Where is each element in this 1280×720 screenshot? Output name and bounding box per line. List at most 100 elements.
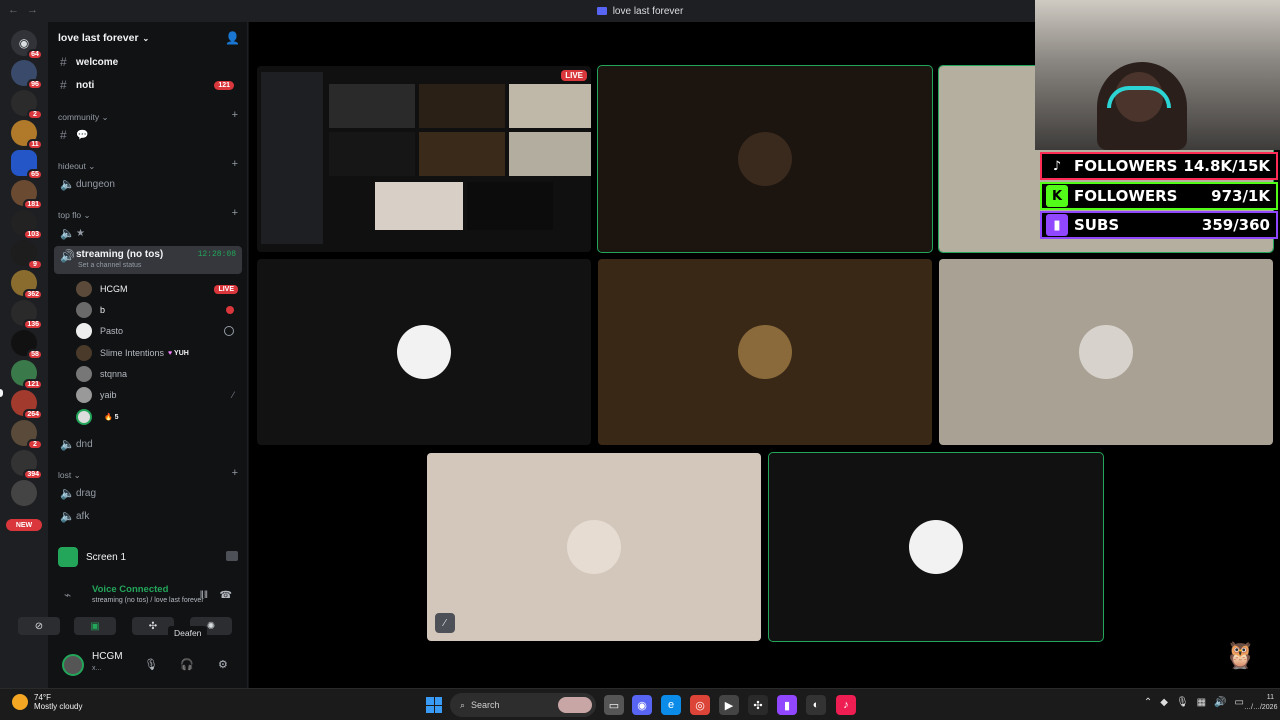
voice-member[interactable]: 🔥 5 bbox=[76, 407, 242, 427]
channel-status[interactable]: Set a channel status bbox=[78, 262, 141, 269]
server-icon[interactable]: 136 bbox=[11, 300, 43, 330]
server-icon[interactable]: 394 bbox=[11, 450, 43, 480]
clock[interactable]: 11 …/…/2026 bbox=[1244, 693, 1277, 713]
voice-member[interactable]: Slime Intentions ♥ YUH bbox=[76, 343, 242, 363]
discord-icon[interactable]: ◉ bbox=[632, 695, 652, 715]
voice-location: streaming (no tos) / love last forever bbox=[92, 597, 204, 604]
server-icon[interactable]: 362 bbox=[11, 270, 43, 300]
unread-badge: 64 bbox=[27, 49, 43, 60]
participant-tile[interactable] bbox=[598, 259, 932, 445]
participant-tile[interactable] bbox=[768, 452, 1104, 642]
channel-star[interactable]: 🔈 ★ bbox=[54, 223, 242, 243]
voice-connected-label[interactable]: Voice Connected bbox=[92, 584, 168, 595]
user-name[interactable]: HCGM bbox=[92, 651, 123, 662]
mic-muted-icon: ⁄ bbox=[435, 613, 455, 633]
server-icon[interactable]: 58 bbox=[11, 330, 43, 360]
server-icon[interactable]: 2 bbox=[11, 420, 43, 450]
chevron-up-icon[interactable]: ⌃ bbox=[1144, 697, 1152, 708]
unread-badge: 103 bbox=[23, 229, 43, 240]
screen-share-button[interactable]: ▣ bbox=[74, 617, 116, 635]
search-box[interactable]: ⌕ Search bbox=[450, 693, 596, 717]
battery-icon[interactable]: ▭ bbox=[1235, 697, 1244, 708]
twitch-app-icon[interactable]: ▮ bbox=[777, 695, 797, 715]
server-icon[interactable]: 264 bbox=[11, 390, 43, 420]
stream-preview-tile bbox=[329, 84, 415, 128]
unread-badge: 11 bbox=[27, 139, 43, 150]
edge-icon[interactable]: e bbox=[661, 695, 681, 715]
network-icon[interactable]: ▦ bbox=[1197, 697, 1206, 708]
channel-noti[interactable]: # noti 121 bbox=[54, 75, 242, 95]
server-icon[interactable]: 96 bbox=[11, 60, 43, 90]
channel-streaming[interactable]: 🔊 streaming (no tos) 12:28:08 Set a chan… bbox=[54, 246, 242, 274]
server-name: love last forever bbox=[58, 32, 139, 44]
category-community[interactable]: community ⌄ + bbox=[58, 109, 242, 123]
media-player-icon[interactable]: ▶ bbox=[719, 695, 739, 715]
xbox-icon bbox=[224, 326, 234, 336]
category-hideout[interactable]: hideout ⌄ + bbox=[58, 158, 242, 172]
stream-preview-tile bbox=[329, 132, 415, 176]
category-top-flo[interactable]: top flo ⌄ + bbox=[58, 207, 242, 221]
disconnect-icon[interactable]: ☎ bbox=[220, 590, 232, 601]
server-icon[interactable]: 11 bbox=[11, 120, 43, 150]
volume-icon[interactable]: 🔊 bbox=[1214, 697, 1226, 708]
task-view-icon[interactable]: ▭ bbox=[604, 695, 624, 715]
voice-member[interactable]: yaib ⁄ bbox=[76, 385, 242, 405]
plus-icon[interactable]: + bbox=[232, 467, 238, 479]
chevron-down-icon: ⌄ bbox=[142, 33, 150, 43]
microphone-icon[interactable]: 🎙 bbox=[144, 658, 158, 671]
server-icon[interactable]: 9 bbox=[11, 240, 43, 270]
chrome-icon[interactable]: ◎ bbox=[690, 695, 710, 715]
obs-icon[interactable]: ◐ bbox=[806, 695, 826, 715]
avatar[interactable] bbox=[62, 654, 84, 676]
voice-member[interactable]: b bbox=[76, 300, 242, 320]
plus-icon[interactable]: + bbox=[232, 207, 238, 219]
plus-icon[interactable]: + bbox=[232, 109, 238, 121]
unread-badge: 9 bbox=[27, 259, 43, 270]
channel-dungeon[interactable]: 🔈 dungeon bbox=[54, 174, 242, 194]
server-header[interactable]: love last forever ⌄ 👤 bbox=[48, 22, 248, 54]
stream-preview-tile bbox=[419, 132, 505, 176]
vpn-icon[interactable]: ◆ bbox=[1160, 697, 1168, 708]
channel-chat[interactable]: # 💬 bbox=[54, 125, 242, 145]
channel-dnd[interactable]: 🔈 dnd bbox=[54, 434, 242, 454]
close-popout-icon[interactable] bbox=[226, 551, 238, 561]
category-lost[interactable]: lost ⌄ + bbox=[58, 467, 242, 481]
noise-suppression-icon[interactable]: ‖‖ bbox=[200, 590, 208, 601]
participant-tile[interactable] bbox=[597, 65, 933, 253]
tooltip: Deafen bbox=[168, 626, 208, 640]
server-icon[interactable] bbox=[11, 480, 37, 506]
hash-icon: # bbox=[60, 55, 67, 69]
voice-member[interactable]: Pasto bbox=[76, 321, 242, 341]
microphone-icon[interactable]: 🎙 bbox=[1176, 697, 1189, 708]
headphones-icon[interactable]: 🎧 bbox=[180, 658, 194, 671]
server-icon[interactable]: 121 bbox=[11, 360, 43, 390]
signal-icon[interactable]: ⌁ bbox=[64, 588, 71, 602]
plus-icon[interactable]: + bbox=[232, 158, 238, 170]
channel-drag[interactable]: 🔈 drag bbox=[54, 483, 242, 503]
participant-tile[interactable] bbox=[257, 259, 591, 445]
participant-tile[interactable] bbox=[939, 259, 1273, 445]
participant-tile[interactable]: ⁄ bbox=[427, 453, 761, 641]
gear-icon[interactable]: ⚙ bbox=[218, 658, 228, 671]
camera-off-button[interactable]: ⊘ bbox=[18, 617, 60, 635]
screen-share-card[interactable]: Screen 1 bbox=[52, 541, 244, 573]
channel-afk[interactable]: 🔈 afk bbox=[54, 506, 242, 526]
start-button[interactable] bbox=[426, 697, 442, 713]
nav-arrows[interactable]: ←→ bbox=[8, 4, 46, 16]
voice-member[interactable]: stqnna bbox=[76, 364, 242, 384]
avatar bbox=[76, 281, 92, 297]
slack-icon[interactable]: ✣ bbox=[748, 695, 768, 715]
server-icon[interactable]: 103 bbox=[11, 210, 43, 240]
channel-welcome[interactable]: # welcome bbox=[54, 52, 242, 72]
voice-member[interactable]: HCGM LIVE bbox=[76, 279, 242, 299]
tiktok-app-icon[interactable]: ♪ bbox=[836, 695, 856, 715]
search-icon: ⌕ bbox=[460, 699, 466, 710]
stream-tile[interactable]: LIVE bbox=[257, 66, 591, 252]
add-user-icon[interactable]: 👤 bbox=[225, 31, 240, 45]
server-icon[interactable]: 2 bbox=[11, 90, 43, 120]
server-icon[interactable]: 65 bbox=[11, 150, 43, 180]
server-icon[interactable]: 181 bbox=[11, 180, 43, 210]
member-tag: ♥ YUH bbox=[168, 349, 189, 357]
discord-home-icon[interactable]: ◉ 64 bbox=[11, 30, 43, 60]
weather-widget[interactable]: 74°F Mostly cloudy bbox=[12, 693, 82, 711]
